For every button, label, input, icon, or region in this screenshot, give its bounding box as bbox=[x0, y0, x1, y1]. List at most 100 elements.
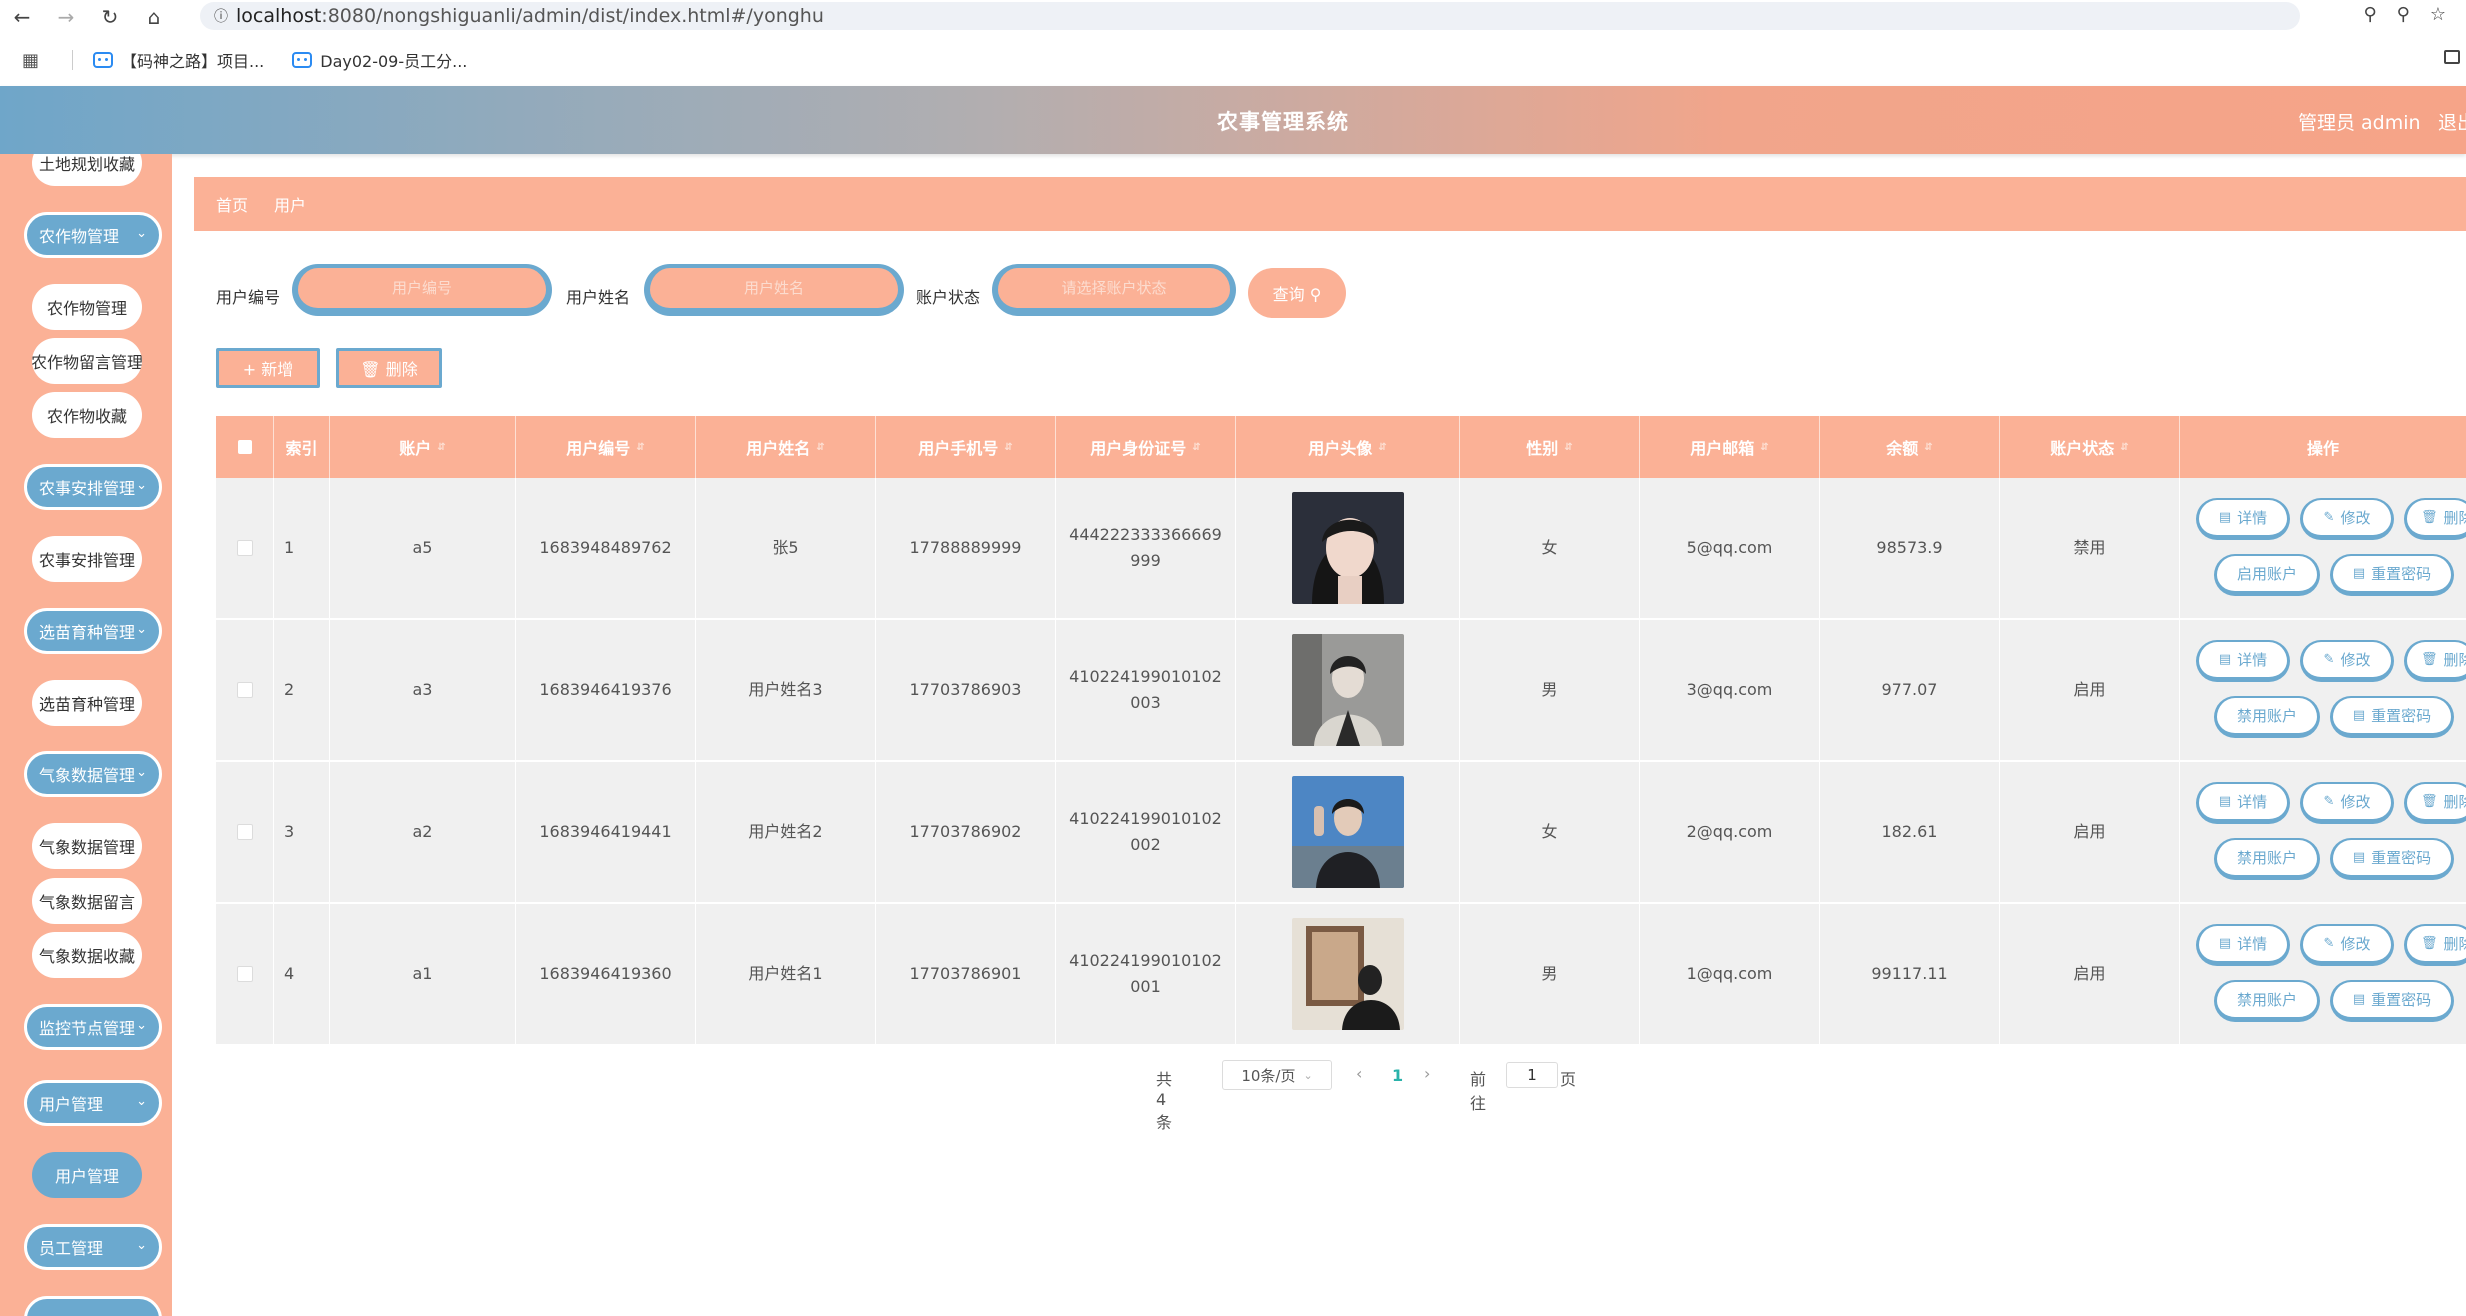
sort-icon[interactable]: ⇵ bbox=[1564, 442, 1572, 453]
sort-icon[interactable]: ⇵ bbox=[1760, 442, 1768, 453]
sidebar-group-crops[interactable]: 农作物管理 ⌄ bbox=[24, 212, 162, 258]
bookmark-item[interactable]: Day02-09-员工分... bbox=[292, 48, 467, 72]
col-header[interactable]: 用户编号 ⇵ bbox=[516, 416, 696, 478]
col-header[interactable]: 用户姓名 ⇵ bbox=[696, 416, 876, 478]
sidebar-item-land-plan-favorites[interactable]: 土地规划收藏 bbox=[32, 154, 142, 186]
key-icon[interactable]: ⚲ bbox=[2363, 4, 2376, 25]
bookmark-item[interactable]: 【码神之路】项目... bbox=[93, 48, 264, 72]
reset-password-button[interactable]: ▤ 重置密码 bbox=[2330, 554, 2454, 596]
sort-icon[interactable]: ⇵ bbox=[1378, 442, 1386, 453]
sidebar-group-staff[interactable]: 员工管理 ⌄ bbox=[24, 1224, 162, 1270]
add-button[interactable]: + 新增 bbox=[216, 348, 320, 388]
page-size-select[interactable]: 10条/页 ⌄ bbox=[1222, 1060, 1332, 1090]
row-checkbox[interactable] bbox=[236, 682, 253, 698]
sidebar-group-weather[interactable]: 气象数据管理 ⌄ bbox=[24, 751, 162, 797]
sort-icon[interactable]: ⇵ bbox=[816, 442, 824, 453]
next-page-icon[interactable]: › bbox=[1424, 1064, 1430, 1083]
goto-page-input[interactable] bbox=[1506, 1062, 1558, 1088]
user-avatar-image[interactable] bbox=[1291, 776, 1404, 888]
url-text[interactable]: localhost:8080/nongshiguanli/admin/dist/… bbox=[236, 5, 824, 27]
page-size-value: 10条/页 bbox=[1241, 1066, 1296, 1085]
sidebar-group-users[interactable]: 用户管理 ⌄ bbox=[24, 1080, 162, 1126]
address-bar[interactable]: ⓘ localhost:8080/nongshiguanli/admin/dis… bbox=[200, 2, 2300, 30]
sort-icon[interactable]: ⇵ bbox=[1004, 442, 1012, 453]
row-delete-button[interactable]: 🗑 删除 bbox=[2404, 498, 2466, 540]
row-delete-label: 删除 bbox=[2443, 792, 2466, 811]
sidebar-item-weather-favorites[interactable]: 气象数据收藏 bbox=[32, 932, 142, 978]
sidebar-group-seedling[interactable]: 选苗育种管理 ⌄ bbox=[24, 608, 162, 654]
toggle-account-button[interactable]: 启用账户 bbox=[2214, 554, 2320, 596]
row-checkbox[interactable] bbox=[236, 540, 253, 556]
forward-icon[interactable]: → bbox=[44, 5, 88, 29]
zoom-icon[interactable]: ⚲ bbox=[2397, 4, 2410, 25]
home-icon[interactable]: ⌂ bbox=[132, 5, 176, 29]
user-avatar-image[interactable] bbox=[1291, 918, 1404, 1030]
sidebar-item-users[interactable]: 用户管理 bbox=[32, 1152, 142, 1198]
account-status-select[interactable] bbox=[992, 264, 1236, 316]
row-delete-button[interactable]: 🗑 删除 bbox=[2404, 640, 2466, 682]
logout-link[interactable]: 退出 bbox=[2438, 108, 2466, 135]
sidebar-item-crop-messages[interactable]: 农作物留言管理 bbox=[32, 338, 142, 384]
toggle-account-button[interactable]: 禁用账户 bbox=[2214, 838, 2320, 880]
folder-icon[interactable] bbox=[2444, 50, 2460, 64]
sidebar-item-crops[interactable]: 农作物管理 bbox=[32, 284, 142, 330]
sort-icon[interactable]: ⇵ bbox=[1924, 442, 1932, 453]
col-header[interactable]: 用户手机号 ⇵ bbox=[876, 416, 1056, 478]
delete-button[interactable]: 🗑 删除 bbox=[336, 348, 442, 388]
reset-password-button[interactable]: ▤ 重置密码 bbox=[2330, 696, 2454, 738]
detail-label: 详情 bbox=[2237, 650, 2268, 669]
sidebar-item-weather-messages[interactable]: 气象数据留言 bbox=[32, 878, 142, 924]
user-name-input[interactable] bbox=[644, 264, 904, 316]
row-delete-button[interactable]: 🗑 删除 bbox=[2404, 782, 2466, 824]
reset-password-button[interactable]: ▤ 重置密码 bbox=[2330, 838, 2454, 880]
reload-icon[interactable]: ↻ bbox=[88, 5, 132, 29]
col-header[interactable]: 余额 ⇵ bbox=[1820, 416, 2000, 478]
prev-page-icon[interactable]: ‹ bbox=[1356, 1064, 1362, 1083]
back-icon[interactable]: ← bbox=[0, 5, 44, 29]
user-number-input[interactable] bbox=[292, 264, 552, 316]
edit-button[interactable]: ✎ 修改 bbox=[2300, 498, 2394, 540]
select-all-checkbox[interactable] bbox=[237, 440, 252, 454]
user-avatar-image[interactable] bbox=[1291, 634, 1404, 746]
detail-label: 详情 bbox=[2237, 792, 2268, 811]
user-avatar-image[interactable] bbox=[1291, 492, 1404, 604]
sidebar-item-crop-favorites[interactable]: 农作物收藏 bbox=[32, 392, 142, 438]
detail-button[interactable]: ▤ 详情 bbox=[2196, 498, 2290, 540]
sort-icon[interactable]: ⇵ bbox=[437, 442, 445, 453]
col-header[interactable]: 用户身份证号 ⇵ bbox=[1056, 416, 1236, 478]
col-header[interactable]: 用户头像 ⇵ bbox=[1236, 416, 1460, 478]
apps-grid-icon[interactable]: ▦ bbox=[22, 50, 52, 71]
col-header[interactable]: 性别 ⇵ bbox=[1460, 416, 1640, 478]
breadcrumb-home[interactable]: 首页 bbox=[216, 192, 248, 216]
col-header[interactable]: 账户 ⇵ bbox=[330, 416, 516, 478]
sort-icon[interactable]: ⇵ bbox=[2120, 442, 2128, 453]
sidebar-group-more[interactable] bbox=[24, 1296, 162, 1316]
sidebar-item-seedling[interactable]: 选苗育种管理 bbox=[32, 680, 142, 726]
sidebar-group-monitor-nodes[interactable]: 监控节点管理 ⌄ bbox=[24, 1004, 162, 1050]
row-checkbox[interactable] bbox=[236, 966, 253, 982]
sort-icon[interactable]: ⇵ bbox=[636, 442, 644, 453]
detail-button[interactable]: ▤ 详情 bbox=[2196, 640, 2290, 682]
edit-button[interactable]: ✎ 修改 bbox=[2300, 640, 2394, 682]
row-delete-button[interactable]: 🗑 删除 bbox=[2404, 924, 2466, 966]
col-header[interactable]: 用户邮箱 ⇵ bbox=[1640, 416, 1820, 478]
site-info-icon[interactable]: ⓘ bbox=[206, 6, 236, 26]
edit-button[interactable]: ✎ 修改 bbox=[2300, 924, 2394, 966]
query-button[interactable]: 查询 ⚲ bbox=[1248, 268, 1346, 318]
reset-password-button[interactable]: ▤ 重置密码 bbox=[2330, 980, 2454, 1022]
detail-button[interactable]: ▤ 详情 bbox=[2196, 924, 2290, 966]
page-number-current[interactable]: 1 bbox=[1392, 1066, 1403, 1085]
sidebar-item-weather[interactable]: 气象数据管理 bbox=[32, 823, 142, 869]
sort-icon[interactable]: ⇵ bbox=[1192, 442, 1200, 453]
table-row: 4 a1 1683946419360 用户姓名1 17703786901 410… bbox=[216, 904, 2466, 1046]
star-icon[interactable]: ☆ bbox=[2430, 4, 2446, 25]
toggle-account-button[interactable]: 禁用账户 bbox=[2214, 980, 2320, 1022]
edit-button[interactable]: ✎ 修改 bbox=[2300, 782, 2394, 824]
row-checkbox[interactable] bbox=[236, 824, 253, 840]
sidebar-group-farm-schedule[interactable]: 农事安排管理 ⌄ bbox=[24, 464, 162, 510]
col-header[interactable]: 账户状态 ⇵ bbox=[2000, 416, 2180, 478]
sidebar-item-farm-schedule[interactable]: 农事安排管理 bbox=[32, 536, 142, 582]
col-header[interactable]: 索引 bbox=[274, 416, 330, 478]
detail-button[interactable]: ▤ 详情 bbox=[2196, 782, 2290, 824]
toggle-account-button[interactable]: 禁用账户 bbox=[2214, 696, 2320, 738]
